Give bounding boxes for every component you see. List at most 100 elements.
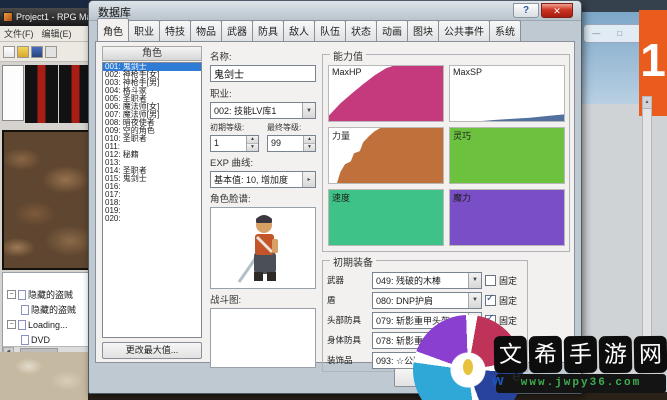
chevron-down-icon[interactable]: ▼ xyxy=(302,103,315,118)
tree-item[interactable]: − 隐藏的盗贼 xyxy=(7,287,89,302)
spin-up-icon[interactable]: ▲ xyxy=(247,136,258,144)
face-graphic-box[interactable] xyxy=(210,207,316,289)
exp-curve-label: EXP 曲线: xyxy=(210,158,254,169)
map-tree: − 隐藏的盗贼 − 隐藏的盗贼 − Loading... xyxy=(2,272,92,358)
toolbar-icon[interactable] xyxy=(31,45,43,58)
actor-list: 001: 鬼剑士 002: 神枪手[女] 003: 神枪手[男] 004: 格斗家 00… xyxy=(102,62,202,338)
tab[interactable]: 系统 xyxy=(489,20,521,41)
tree-item-label: Loading... xyxy=(28,319,68,330)
map-file-icon xyxy=(21,304,29,315)
check-icon: ✓ xyxy=(486,292,495,304)
spin-down-icon[interactable]: ▼ xyxy=(247,144,258,151)
equipment-slot-label: 头部防具 xyxy=(327,315,362,325)
name-input[interactable] xyxy=(210,65,316,82)
fixed-checkbox[interactable]: ✓ xyxy=(485,333,496,346)
equipment-value: 078: 斩影重甲长袍 xyxy=(376,335,451,346)
check-icon: ✓ xyxy=(486,312,495,324)
tile-palette xyxy=(0,62,96,126)
name-label: 名称: xyxy=(210,52,232,63)
tab[interactable]: 职业 xyxy=(128,20,160,41)
tab[interactable]: 状态 xyxy=(345,20,377,41)
tree-collapse-icon[interactable]: − xyxy=(7,290,16,299)
ok-button[interactable]: 确定 xyxy=(394,368,460,387)
minimize-icon[interactable]: — xyxy=(592,29,600,38)
equipment-group: 初期装备 武器 049: 残破的木棒 ▼ ✓ 固定 盾 xyxy=(322,254,528,372)
background-window-right: — □ ✕ 1 ▲ xyxy=(575,0,667,400)
param-chart[interactable]: 力量 xyxy=(328,127,444,184)
map-file-icon xyxy=(18,289,26,300)
param-chart[interactable]: 灵巧 xyxy=(449,127,565,184)
final-level-stepper[interactable]: 99 ▲ ▼ xyxy=(267,135,316,152)
chevron-down-icon[interactable]: ▼ xyxy=(468,292,481,308)
scroll-up-icon[interactable]: ▲ xyxy=(643,97,651,109)
background-vscrollbar[interactable]: ▲ xyxy=(642,96,652,342)
param-chart[interactable]: MaxSP xyxy=(449,65,565,122)
chevron-down-icon[interactable]: ▼ xyxy=(468,272,481,288)
tab[interactable]: 角色 xyxy=(97,18,129,41)
fixed-checkbox[interactable]: ✓ xyxy=(485,354,496,366)
fixed-checkbox[interactable]: ✓ xyxy=(485,312,496,326)
tab[interactable]: 图块 xyxy=(407,20,439,41)
close-button[interactable]: ✕ xyxy=(541,3,573,18)
param-chart[interactable]: MaxHP xyxy=(328,65,444,122)
palette-tile-blank[interactable] xyxy=(2,65,24,121)
chevron-down-icon[interactable]: ▼ xyxy=(468,312,481,328)
tree-item[interactable]: − Loading... xyxy=(7,317,89,332)
toolbar-icon[interactable] xyxy=(45,45,57,58)
dialog-footer: 确定 xyxy=(95,365,575,389)
initial-level-value: 1 xyxy=(214,138,220,148)
chevron-down-icon[interactable]: ▼ xyxy=(468,332,481,348)
spin-up-icon[interactable]: ▲ xyxy=(304,136,315,144)
equipment-row: 武器 049: 残破的木棒 ▼ ✓ 固定 xyxy=(327,270,523,290)
tree-collapse-icon[interactable]: − xyxy=(7,320,16,329)
map-canvas[interactable] xyxy=(2,130,94,270)
tab[interactable]: 防具 xyxy=(252,20,284,41)
equipment-select[interactable]: 080: DNP护肩 ▼ xyxy=(372,291,482,309)
rpgmaker-toolbar xyxy=(0,42,96,62)
fixed-label: 固定 xyxy=(499,335,518,346)
exp-curve-value: 基本值: 10, 增加度 xyxy=(214,175,289,185)
tab[interactable]: 公共事件 xyxy=(438,20,490,41)
equipment-select[interactable]: 078: 斩影重甲长袍 ▼ xyxy=(372,331,482,349)
help-button[interactable]: ? xyxy=(513,3,539,18)
initial-level-stepper[interactable]: 1 ▲ ▼ xyxy=(210,135,259,152)
tab[interactable]: 动画 xyxy=(376,20,408,41)
parameters-title: 能力值 xyxy=(330,48,366,63)
final-level-value: 99 xyxy=(271,138,282,148)
change-maximum-button[interactable]: 更改最大值... xyxy=(102,342,202,359)
actor-list-item[interactable]: 020: xyxy=(103,215,201,223)
param-chart[interactable]: 速度 xyxy=(328,189,444,246)
rpgmaker-titlebar[interactable]: Project1 - RPG Make xyxy=(0,8,96,26)
tree-item[interactable]: − DVD xyxy=(7,332,89,347)
menu-item[interactable]: 编辑(E) xyxy=(42,27,72,40)
tab[interactable]: 特技 xyxy=(159,20,191,41)
tab[interactable]: 武器 xyxy=(221,20,253,41)
fixed-label: 固定 xyxy=(499,315,518,326)
tab-strip: 角色 职业 特技 物品 武器 防具 敌人 队伍 状态 动画 图块 公共事件 系统 xyxy=(97,18,579,41)
fixed-checkbox[interactable]: ✓ xyxy=(485,292,496,306)
equipment-row: 身体防具 078: 斩影重甲长袍 ▼ ✓ 固定 xyxy=(327,330,523,350)
battler-graphic-box[interactable] xyxy=(210,308,316,368)
rpgmaker-window: Project1 - RPG Make 文件(F) 编辑(E) − 隐藏的盗贼 xyxy=(0,8,96,400)
tree-item[interactable]: − 隐藏的盗贼 xyxy=(7,302,89,317)
menu-item[interactable]: 文件(F) xyxy=(4,27,34,40)
tab[interactable]: 敌人 xyxy=(283,20,315,41)
param-chart[interactable]: 魔力 xyxy=(449,189,565,246)
class-select[interactable]: 002: 技能LV库1 ▼ xyxy=(210,102,316,119)
toolbar-icon[interactable] xyxy=(3,45,15,58)
toolbar-icon[interactable] xyxy=(17,45,29,58)
dialog-titlebar[interactable]: 数据库 ? ✕ xyxy=(89,1,581,21)
tab[interactable]: 物品 xyxy=(190,20,222,41)
equipment-select[interactable]: 079: 斩影重甲头盔 ▼ xyxy=(372,311,482,329)
tab[interactable]: 队伍 xyxy=(314,20,346,41)
equipment-slot-label: 身体防具 xyxy=(327,335,362,345)
fixed-checkbox[interactable]: ✓ xyxy=(485,274,496,286)
palette-tile-dark[interactable] xyxy=(25,65,58,123)
final-level-label: 最终等级: xyxy=(267,123,302,132)
maximize-icon[interactable]: □ xyxy=(617,29,622,38)
exp-curve-button[interactable]: 基本值: 10, 增加度 ▸ xyxy=(210,171,316,188)
param-chart-label: 速度 xyxy=(332,193,351,203)
equipment-select[interactable]: 049: 残破的木棒 ▼ xyxy=(372,271,482,289)
dialog-body: 角色 001: 鬼剑士 002: 神枪手[女] 003: 神枪手[男] 004: 格斗… xyxy=(95,41,575,372)
spin-down-icon[interactable]: ▼ xyxy=(304,144,315,151)
